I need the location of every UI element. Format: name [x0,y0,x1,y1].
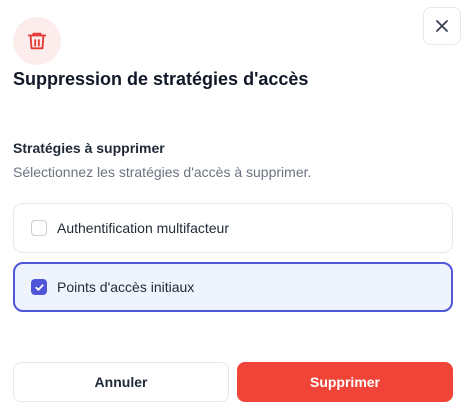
section-description: Sélectionnez les stratégies d'accès à su… [13,164,312,180]
policy-option-label: Authentification multifacteur [57,220,229,236]
policy-option-label: Points d'accès initiaux [57,279,195,295]
policy-option-initial-access[interactable]: Points d'accès initiaux [13,262,453,312]
cancel-button[interactable]: Annuler [13,362,229,402]
close-icon [436,20,448,32]
close-button[interactable] [423,7,461,45]
policy-option-mfa[interactable]: Authentification multifacteur [13,203,453,253]
delete-policies-dialog: Suppression de stratégies d'accès Straté… [0,0,465,419]
checkbox-initial-access[interactable] [31,279,47,295]
dialog-title: Suppression de stratégies d'accès [13,69,309,89]
section-title: Stratégies à supprimer [13,140,165,156]
checkbox-mfa[interactable] [31,220,47,236]
danger-icon-badge [13,17,61,65]
delete-button[interactable]: Supprimer [237,362,453,402]
check-icon [34,283,44,291]
trash-icon [27,32,47,50]
